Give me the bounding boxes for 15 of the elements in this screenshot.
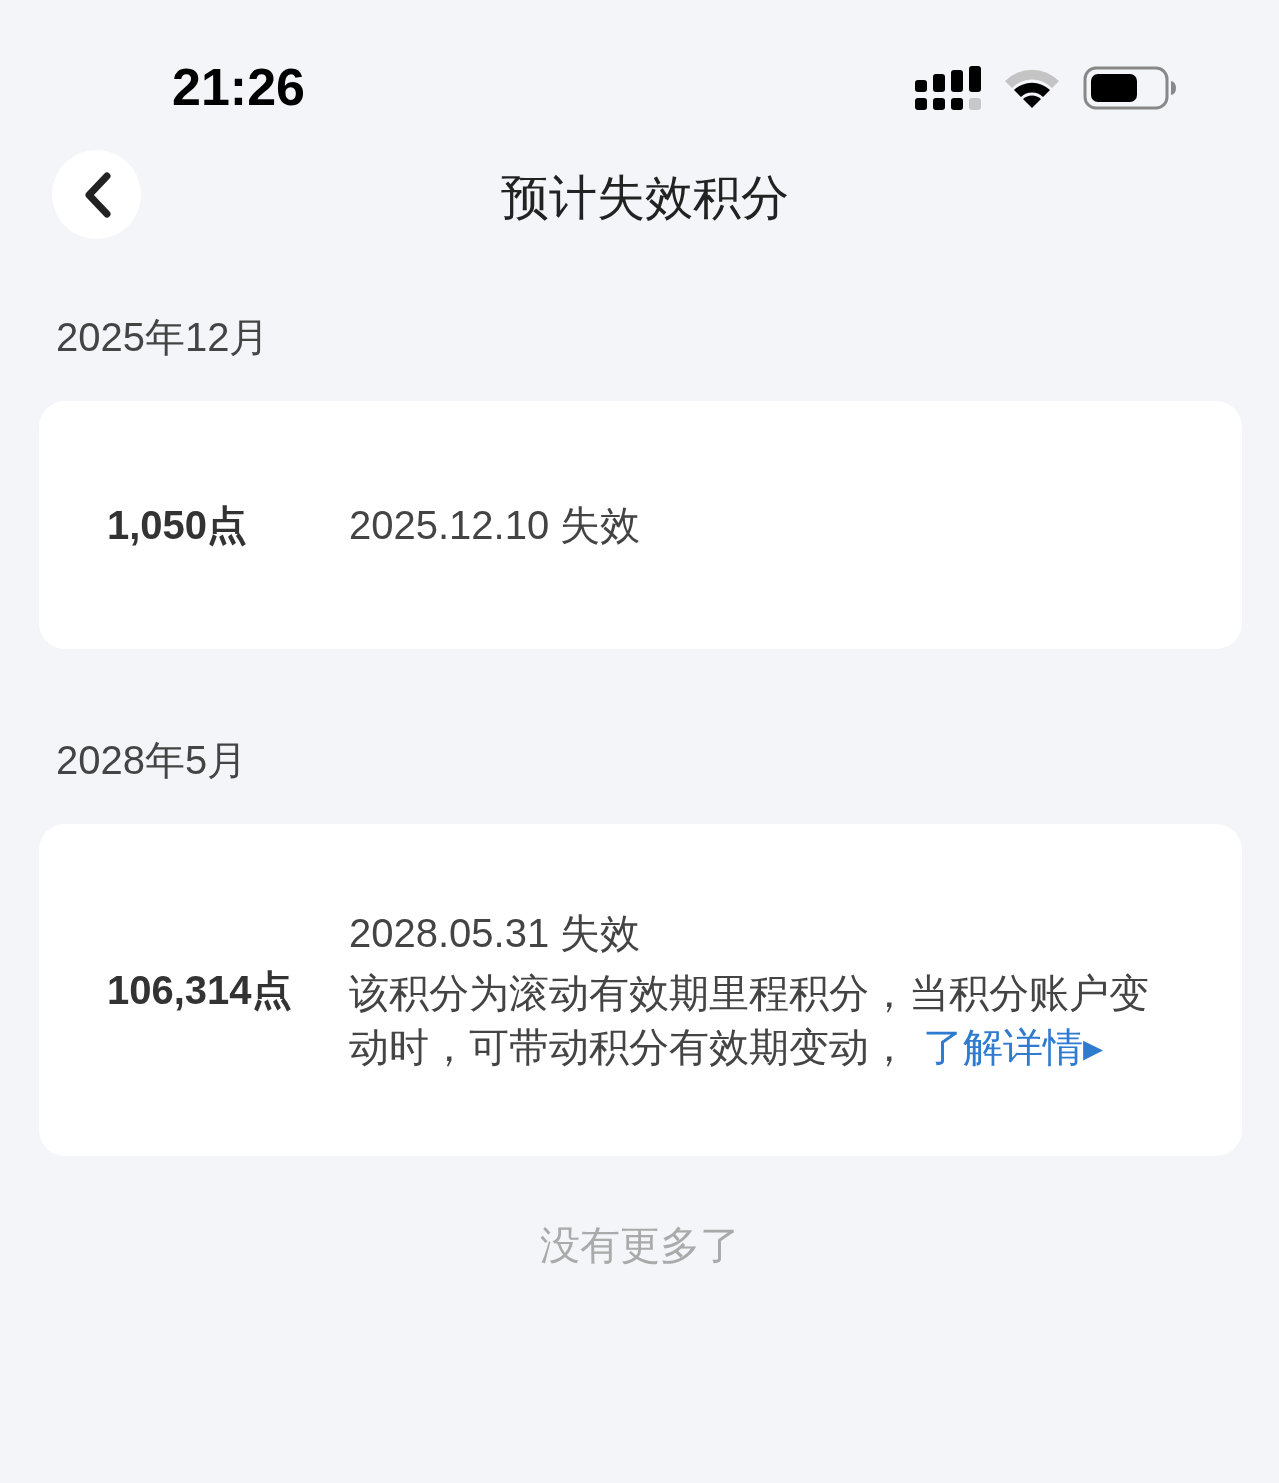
points-amount: 106,314点 [107, 966, 293, 1014]
expiry-date: 2025.12.10 失效 [349, 502, 641, 549]
back-icon [82, 171, 111, 218]
points-amount: 1,050点 [107, 501, 249, 549]
battery-icon [1083, 66, 1177, 110]
expiry-date: 2028.05.31 失效 [349, 910, 641, 957]
page-title: 预计失效积分 [500, 170, 789, 226]
signal-icon [915, 66, 981, 110]
details-link[interactable]: 了解详情▸ [923, 1025, 1104, 1069]
wifi-icon [1003, 67, 1061, 109]
end-of-list-text: 没有更多了 [539, 1223, 740, 1267]
points-note: 该积分为滚动有效期里程积分，当积分账户变动时，可带动积分有效期变动， 了解详情▸ [349, 970, 1150, 1071]
month-heading: 2025年12月 [56, 314, 270, 361]
status-time: 21:26 [172, 57, 305, 117]
month-heading: 2028年5月 [56, 737, 248, 784]
